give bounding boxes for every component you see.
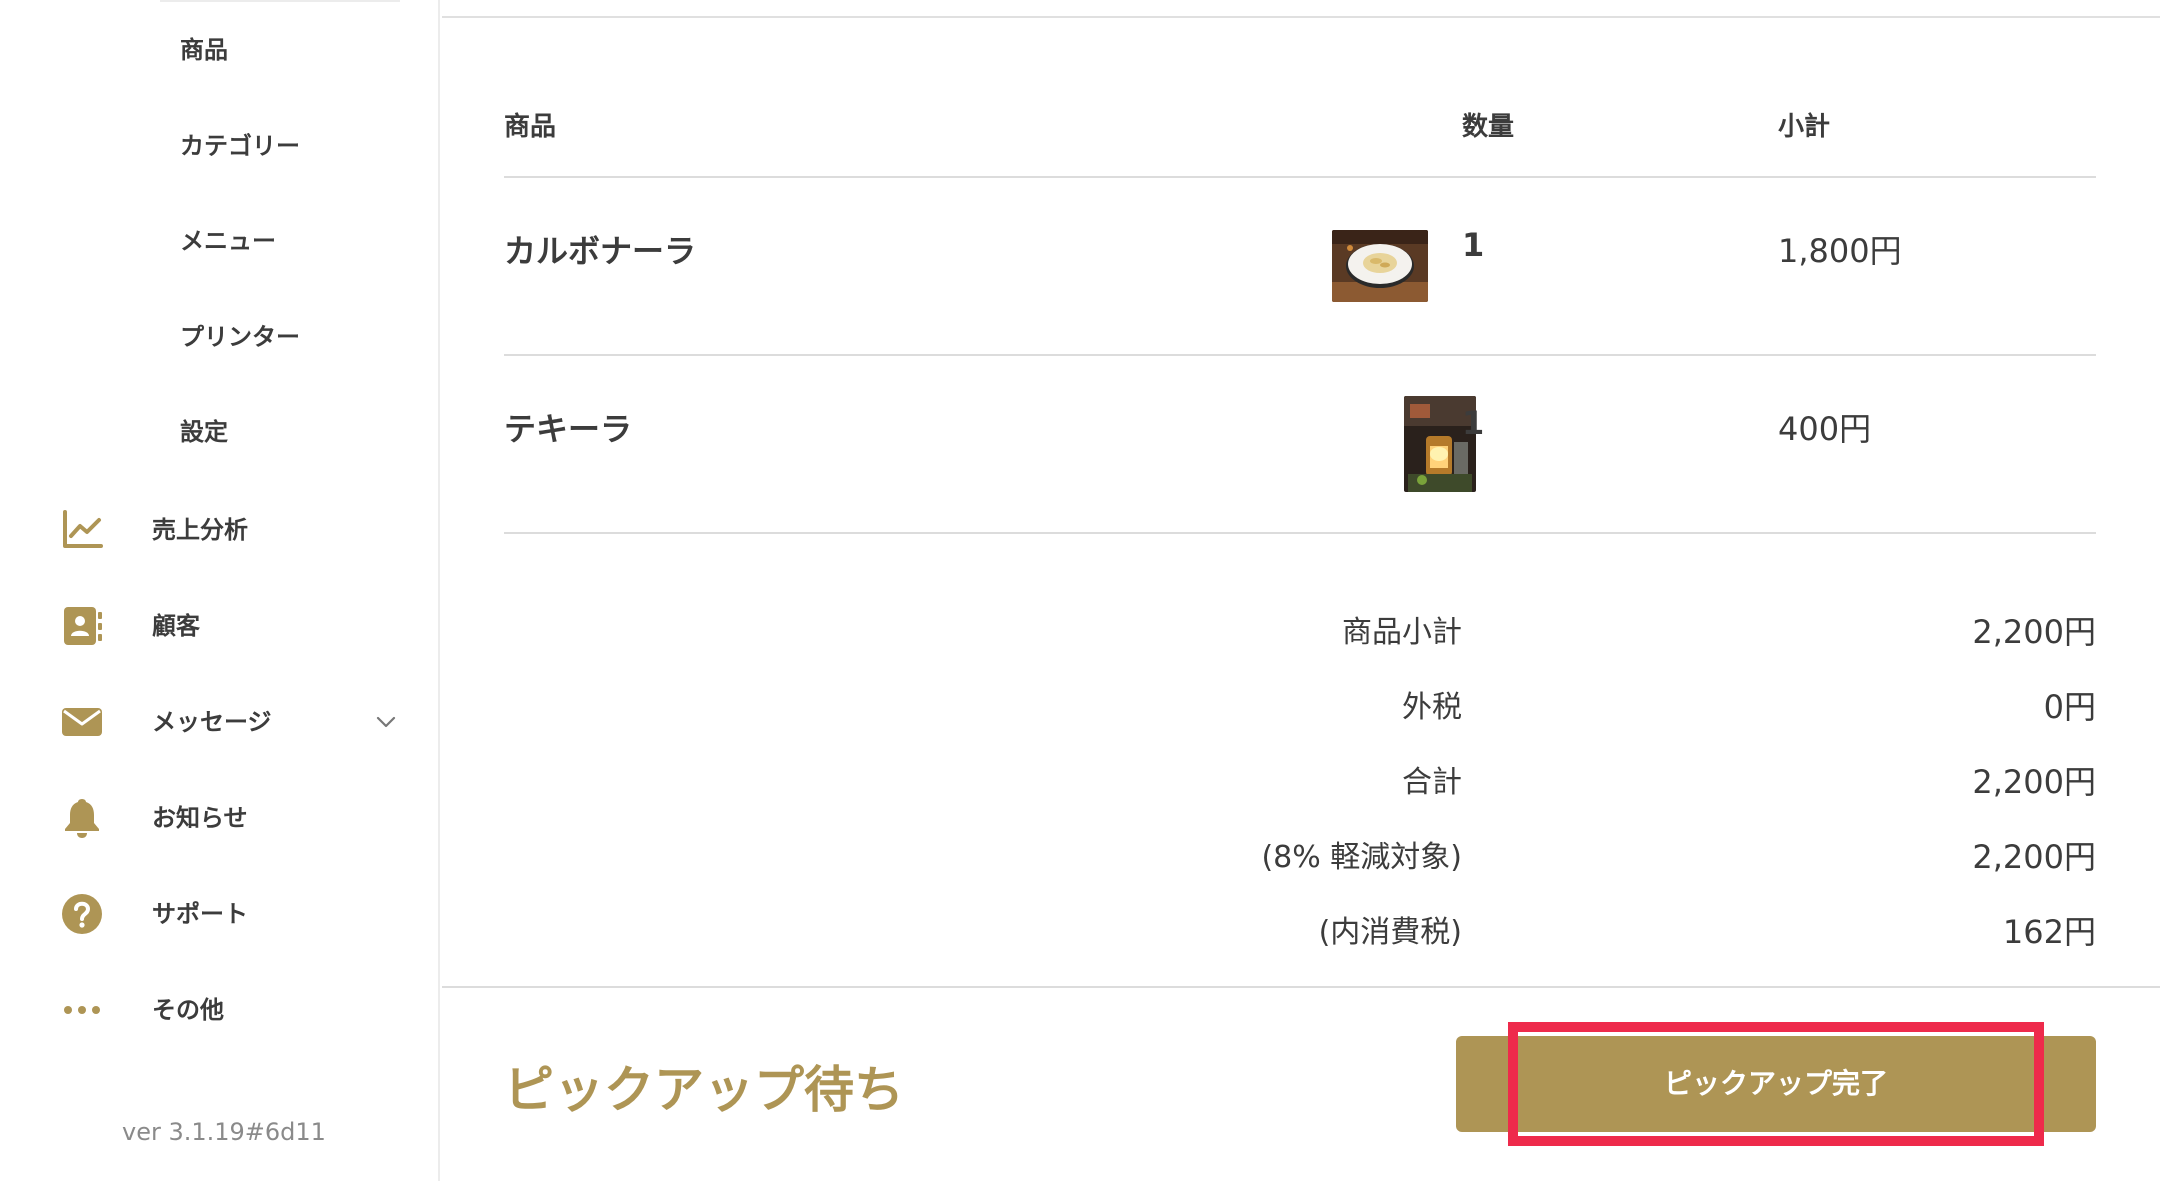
- summary-value: 2,200円: [1972, 838, 2096, 876]
- sidebar-subitem-menu[interactable]: メニュー: [180, 211, 276, 271]
- summary-label: 合計: [1402, 765, 1462, 800]
- summary-label: (8% 軽減対象): [1261, 840, 1462, 875]
- summary-label: (内消費税): [1318, 915, 1462, 950]
- header-subtotal: 小計: [1778, 112, 1831, 142]
- contact-book-icon: [60, 604, 104, 648]
- sidebar-item-more[interactable]: その他: [60, 978, 400, 1042]
- question-circle-icon: [60, 892, 104, 936]
- order-detail-page: 商品 カテゴリー メニュー プリンター 設定 売上分析 顧客 メッセージ お知ら…: [0, 0, 2160, 1181]
- chevron-down-icon[interactable]: [372, 708, 400, 736]
- top-divider: [442, 16, 2160, 18]
- sidebar-item-notifications[interactable]: お知らせ: [60, 786, 400, 850]
- summary-row-items-subtotal: 商品小計 2,200円: [504, 595, 2096, 670]
- footer-divider: [442, 986, 2160, 988]
- summary-label: 外税: [1402, 690, 1462, 725]
- item-quantity: 1: [1462, 226, 1485, 264]
- sidebar-item-label: その他: [152, 996, 224, 1024]
- sidebar-subitem-printer[interactable]: プリンター: [180, 307, 300, 367]
- sidebar: 商品 カテゴリー メニュー プリンター 設定 売上分析 顧客 メッセージ お知ら…: [0, 0, 440, 1181]
- summary-value: 2,200円: [1972, 763, 2096, 801]
- summary-row-total: 合計 2,200円: [504, 745, 2096, 820]
- order-status: ピックアップ待ち: [504, 1061, 904, 1119]
- sidebar-item-label: 売上分析: [152, 516, 248, 544]
- summary-value: 162円: [2002, 913, 2096, 951]
- bell-icon: [60, 796, 104, 840]
- order-detail-panel: 商品 数量 小計 カルボナーラ 1 1,800円 テキーラ 1 400円 商品小…: [442, 0, 2160, 1181]
- carbonara-photo: [1332, 230, 1428, 302]
- sidebar-subitem-categories[interactable]: カテゴリー: [180, 116, 300, 176]
- summary-label: 商品小計: [1342, 615, 1462, 650]
- item-subtotal: 1,800円: [1778, 232, 1902, 270]
- more-dots-icon: [60, 988, 104, 1032]
- table-row: テキーラ 1 400円: [504, 356, 2096, 534]
- summary-value: 2,200円: [1972, 613, 2096, 651]
- order-table-header: 商品 数量 小計: [504, 96, 2096, 178]
- item-name: テキーラ: [504, 410, 633, 448]
- item-name: カルボナーラ: [504, 232, 697, 270]
- envelope-icon: [60, 700, 104, 744]
- sidebar-divider: [160, 0, 400, 2]
- pickup-complete-button[interactable]: ピックアップ完了: [1456, 1036, 2096, 1132]
- sidebar-subitem-products[interactable]: 商品: [180, 20, 228, 80]
- sidebar-item-label: メッセージ: [152, 708, 272, 736]
- summary-value: 0円: [2043, 688, 2096, 726]
- chart-line-icon: [60, 508, 104, 552]
- header-quantity: 数量: [1462, 112, 1515, 142]
- summary-row-external-tax: 外税 0円: [504, 670, 2096, 745]
- item-quantity: 1: [1462, 404, 1485, 442]
- sidebar-item-messages[interactable]: メッセージ: [60, 690, 400, 754]
- header-product: 商品: [504, 112, 557, 142]
- summary-row-included-tax: (内消費税) 162円: [504, 895, 2096, 970]
- summary-row-reduced-rate: (8% 軽減対象) 2,200円: [504, 820, 2096, 895]
- sidebar-item-sales-analysis[interactable]: 売上分析: [60, 498, 400, 562]
- sidebar-item-label: お知らせ: [152, 804, 248, 832]
- sidebar-item-label: サポート: [152, 900, 248, 928]
- sidebar-item-label: 顧客: [152, 612, 200, 640]
- sidebar-subitem-settings[interactable]: 設定: [180, 402, 228, 462]
- item-subtotal: 400円: [1778, 410, 1872, 448]
- app-version: ver 3.1.19#6d11: [122, 1118, 326, 1146]
- sidebar-item-support[interactable]: サポート: [60, 882, 400, 946]
- sidebar-item-customers[interactable]: 顧客: [60, 594, 400, 658]
- table-row: カルボナーラ 1 1,800円: [504, 178, 2096, 356]
